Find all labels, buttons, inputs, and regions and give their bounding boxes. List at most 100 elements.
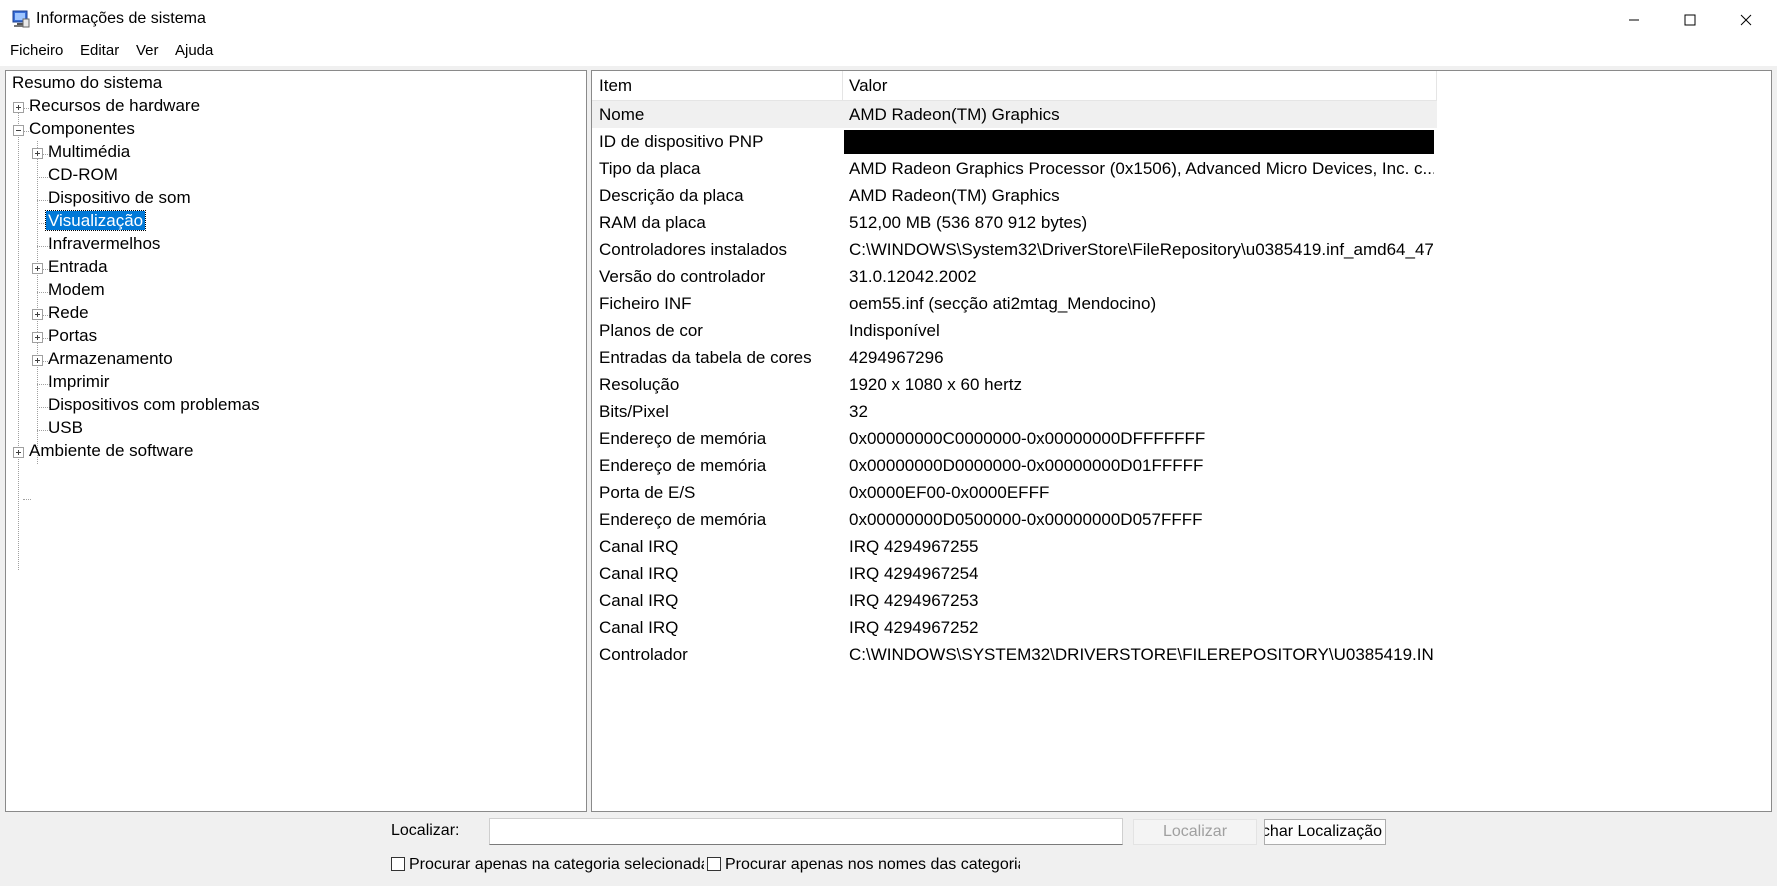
list-row[interactable]: Descrição da placa AMD Radeon(TM) Graphic… — [592, 182, 1437, 209]
minimize-button[interactable] — [1604, 0, 1664, 39]
row-value-cell: IRQ 4294967253 — [849, 591, 979, 610]
row-item-cell: Endereço de memória — [599, 510, 767, 529]
list-row[interactable]: Bits/Pixel 32 — [592, 398, 1437, 425]
tree-item-printing[interactable]: Imprimir — [46, 370, 111, 394]
row-item-cell: ID de dispositivo PNP — [599, 132, 764, 151]
list-row[interactable]: Porta de E/S 0x0000EF00-0x0000EFFF — [592, 479, 1437, 506]
tree-item-system-summary[interactable]: Resumo do sistema — [10, 71, 164, 95]
list-row[interactable]: Planos de cor Indisponível — [592, 317, 1437, 344]
list-row[interactable]: Controlador C:\WINDOWS\SYSTEM32\DRIVERSTO… — [592, 641, 1437, 668]
list-row[interactable]: Controladores instalados C:\WINDOWS\Syste… — [592, 236, 1437, 263]
tree-item-infrared[interactable]: Infravermelhos — [46, 232, 162, 256]
tree-item-usb[interactable]: USB — [46, 416, 85, 440]
close-icon — [1740, 14, 1752, 25]
row-value-cell: AMD Radeon Graphics Processor (0x1506), … — [849, 159, 1434, 178]
column-header-value[interactable]: Valor — [849, 76, 887, 96]
list-row[interactable]: Tipo da placa AMD Radeon Graphics Process… — [592, 155, 1437, 182]
tree-item-sound-device[interactable]: Dispositivo de som — [46, 186, 193, 210]
list-row[interactable]: Canal IRQ IRQ 4294967253 — [592, 587, 1437, 614]
row-item-cell: Planos de cor — [599, 321, 703, 340]
column-header-item[interactable]: Item — [599, 76, 632, 96]
find-label: Localizar: — [391, 822, 460, 839]
row-value-cell: Indisponível — [849, 321, 940, 340]
search-category-names-checkbox[interactable] — [707, 857, 721, 871]
row-item-cell: Descrição da placa — [599, 186, 744, 205]
expand-plus-icon[interactable] — [32, 355, 43, 366]
menu-ficheiro[interactable]: Ficheiro — [10, 42, 63, 59]
list-row[interactable]: Versão do controlador 31.0.12042.2002 — [592, 263, 1437, 290]
tree-connector — [37, 141, 38, 464]
search-selected-category-option[interactable]: Procurar apenas na categoria selecionada — [391, 855, 704, 875]
list-row[interactable]: Canal IRQ IRQ 4294967252 — [592, 614, 1437, 641]
system-info-window: Informações de sistema Ficheiro Editar V… — [0, 0, 1777, 886]
column-divider[interactable] — [842, 71, 843, 101]
list-row[interactable]: Endereço de memória 0x00000000D0000000-0x… — [592, 452, 1437, 479]
expand-plus-icon[interactable] — [13, 102, 24, 113]
title-bar[interactable]: Informações de sistema — [0, 0, 1777, 39]
row-item-cell: Controlador — [599, 645, 688, 664]
row-item-cell: Bits/Pixel — [599, 402, 669, 421]
list-row[interactable]: ID de dispositivo PNP — [592, 128, 1437, 155]
row-value-cell: AMD Radeon(TM) Graphics — [849, 186, 1060, 205]
tree-connector — [18, 107, 19, 570]
menu-bar: Ficheiro Editar Ver Ajuda — [0, 39, 1777, 66]
menu-editar[interactable]: Editar — [80, 42, 119, 59]
category-tree[interactable]: Resumo do sistema Recursos de hardware C… — [5, 70, 587, 812]
find-input[interactable] — [489, 818, 1123, 845]
list-row[interactable]: Endereço de memória 0x00000000C0000000-0x… — [592, 425, 1437, 452]
tree-item-modem[interactable]: Modem — [46, 278, 107, 302]
expand-plus-icon[interactable] — [32, 309, 43, 320]
row-item-cell: Entradas da tabela de cores — [599, 348, 812, 367]
list-row[interactable]: Canal IRQ IRQ 4294967254 — [592, 560, 1437, 587]
row-value-cell: 32 — [849, 402, 868, 421]
row-item-cell: Ficheiro INF — [599, 294, 692, 313]
find-button[interactable]: Localizar — [1133, 819, 1257, 845]
tree-item-problem-devices[interactable]: Dispositivos com problemas — [46, 393, 262, 417]
close-button[interactable] — [1716, 0, 1776, 39]
list-row[interactable]: Endereço de memória 0x00000000D0500000-0x… — [592, 506, 1437, 533]
search-category-names-option[interactable]: Procurar apenas nos nomes das categorias — [707, 855, 1020, 875]
close-find-button[interactable]: Fechar Localização — [1264, 819, 1386, 845]
row-value-cell: 0x00000000D0000000-0x00000000D01FFFFF — [849, 456, 1204, 475]
list-row[interactable]: Ficheiro INF oem55.inf (secção ati2mtag_M… — [592, 290, 1437, 317]
window-title: Informações de sistema — [36, 10, 206, 27]
menu-ver[interactable]: Ver — [136, 42, 159, 59]
row-value-cell: 31.0.12042.2002 — [849, 267, 977, 286]
tree-item-display[interactable]: Visualização — [44, 209, 147, 233]
collapse-minus-icon[interactable] — [13, 125, 24, 136]
row-value-cell: 0x00000000C0000000-0x00000000DFFFFFFF — [849, 429, 1206, 448]
list-row[interactable]: RAM da placa 512,00 MB (536 870 912 bytes… — [592, 209, 1437, 236]
tree-item-multimedia[interactable]: Multimédia — [46, 140, 132, 164]
row-value-cell: 4294967296 — [849, 348, 944, 367]
row-item-cell: Porta de E/S — [599, 483, 696, 502]
row-value-cell: AMD Radeon(TM) Graphics — [849, 105, 1060, 124]
expand-plus-icon[interactable] — [32, 332, 43, 343]
expand-plus-icon[interactable] — [13, 447, 24, 458]
row-value-cell: 0x0000EF00-0x0000EFFF — [849, 483, 1050, 502]
tree-item-components[interactable]: Componentes — [27, 117, 137, 141]
expand-plus-icon[interactable] — [32, 148, 43, 159]
expand-plus-icon[interactable] — [32, 263, 43, 274]
tree-item-network[interactable]: Rede — [46, 301, 91, 325]
row-item-cell: RAM da placa — [599, 213, 706, 232]
tree-item-input[interactable]: Entrada — [46, 255, 110, 279]
details-list[interactable]: Item Valor Nome AMD Radeon(TM) Graphics ID… — [591, 70, 1772, 812]
maximize-button[interactable] — [1660, 0, 1720, 39]
tree-item-software-environment[interactable]: Ambiente de software — [27, 439, 195, 463]
row-value-cell: IRQ 4294967252 — [849, 618, 979, 637]
tree-item-ports[interactable]: Portas — [46, 324, 99, 348]
tree-item-cdrom[interactable]: CD-ROM — [46, 163, 120, 187]
search-category-names-label: Procurar apenas nos nomes das categorias — [725, 856, 1020, 873]
row-value-cell: C:\WINDOWS\SYSTEM32\DRIVERSTORE\FILEREPO… — [849, 645, 1434, 664]
menu-ajuda[interactable]: Ajuda — [175, 42, 213, 59]
list-row[interactable]: Nome AMD Radeon(TM) Graphics — [592, 101, 1437, 128]
tree-item-hardware-resources[interactable]: Recursos de hardware — [27, 94, 202, 118]
row-value-cell: IRQ 4294967254 — [849, 564, 979, 583]
search-selected-category-checkbox[interactable] — [391, 857, 405, 871]
column-divider[interactable] — [1436, 71, 1437, 101]
row-value-cell: C:\WINDOWS\System32\DriverStore\FileRepo… — [849, 240, 1434, 259]
list-row[interactable]: Canal IRQ IRQ 4294967255 — [592, 533, 1437, 560]
list-row[interactable]: Resolução 1920 x 1080 x 60 hertz — [592, 371, 1437, 398]
list-row[interactable]: Entradas da tabela de cores 4294967296 — [592, 344, 1437, 371]
tree-item-storage[interactable]: Armazenamento — [46, 347, 175, 371]
